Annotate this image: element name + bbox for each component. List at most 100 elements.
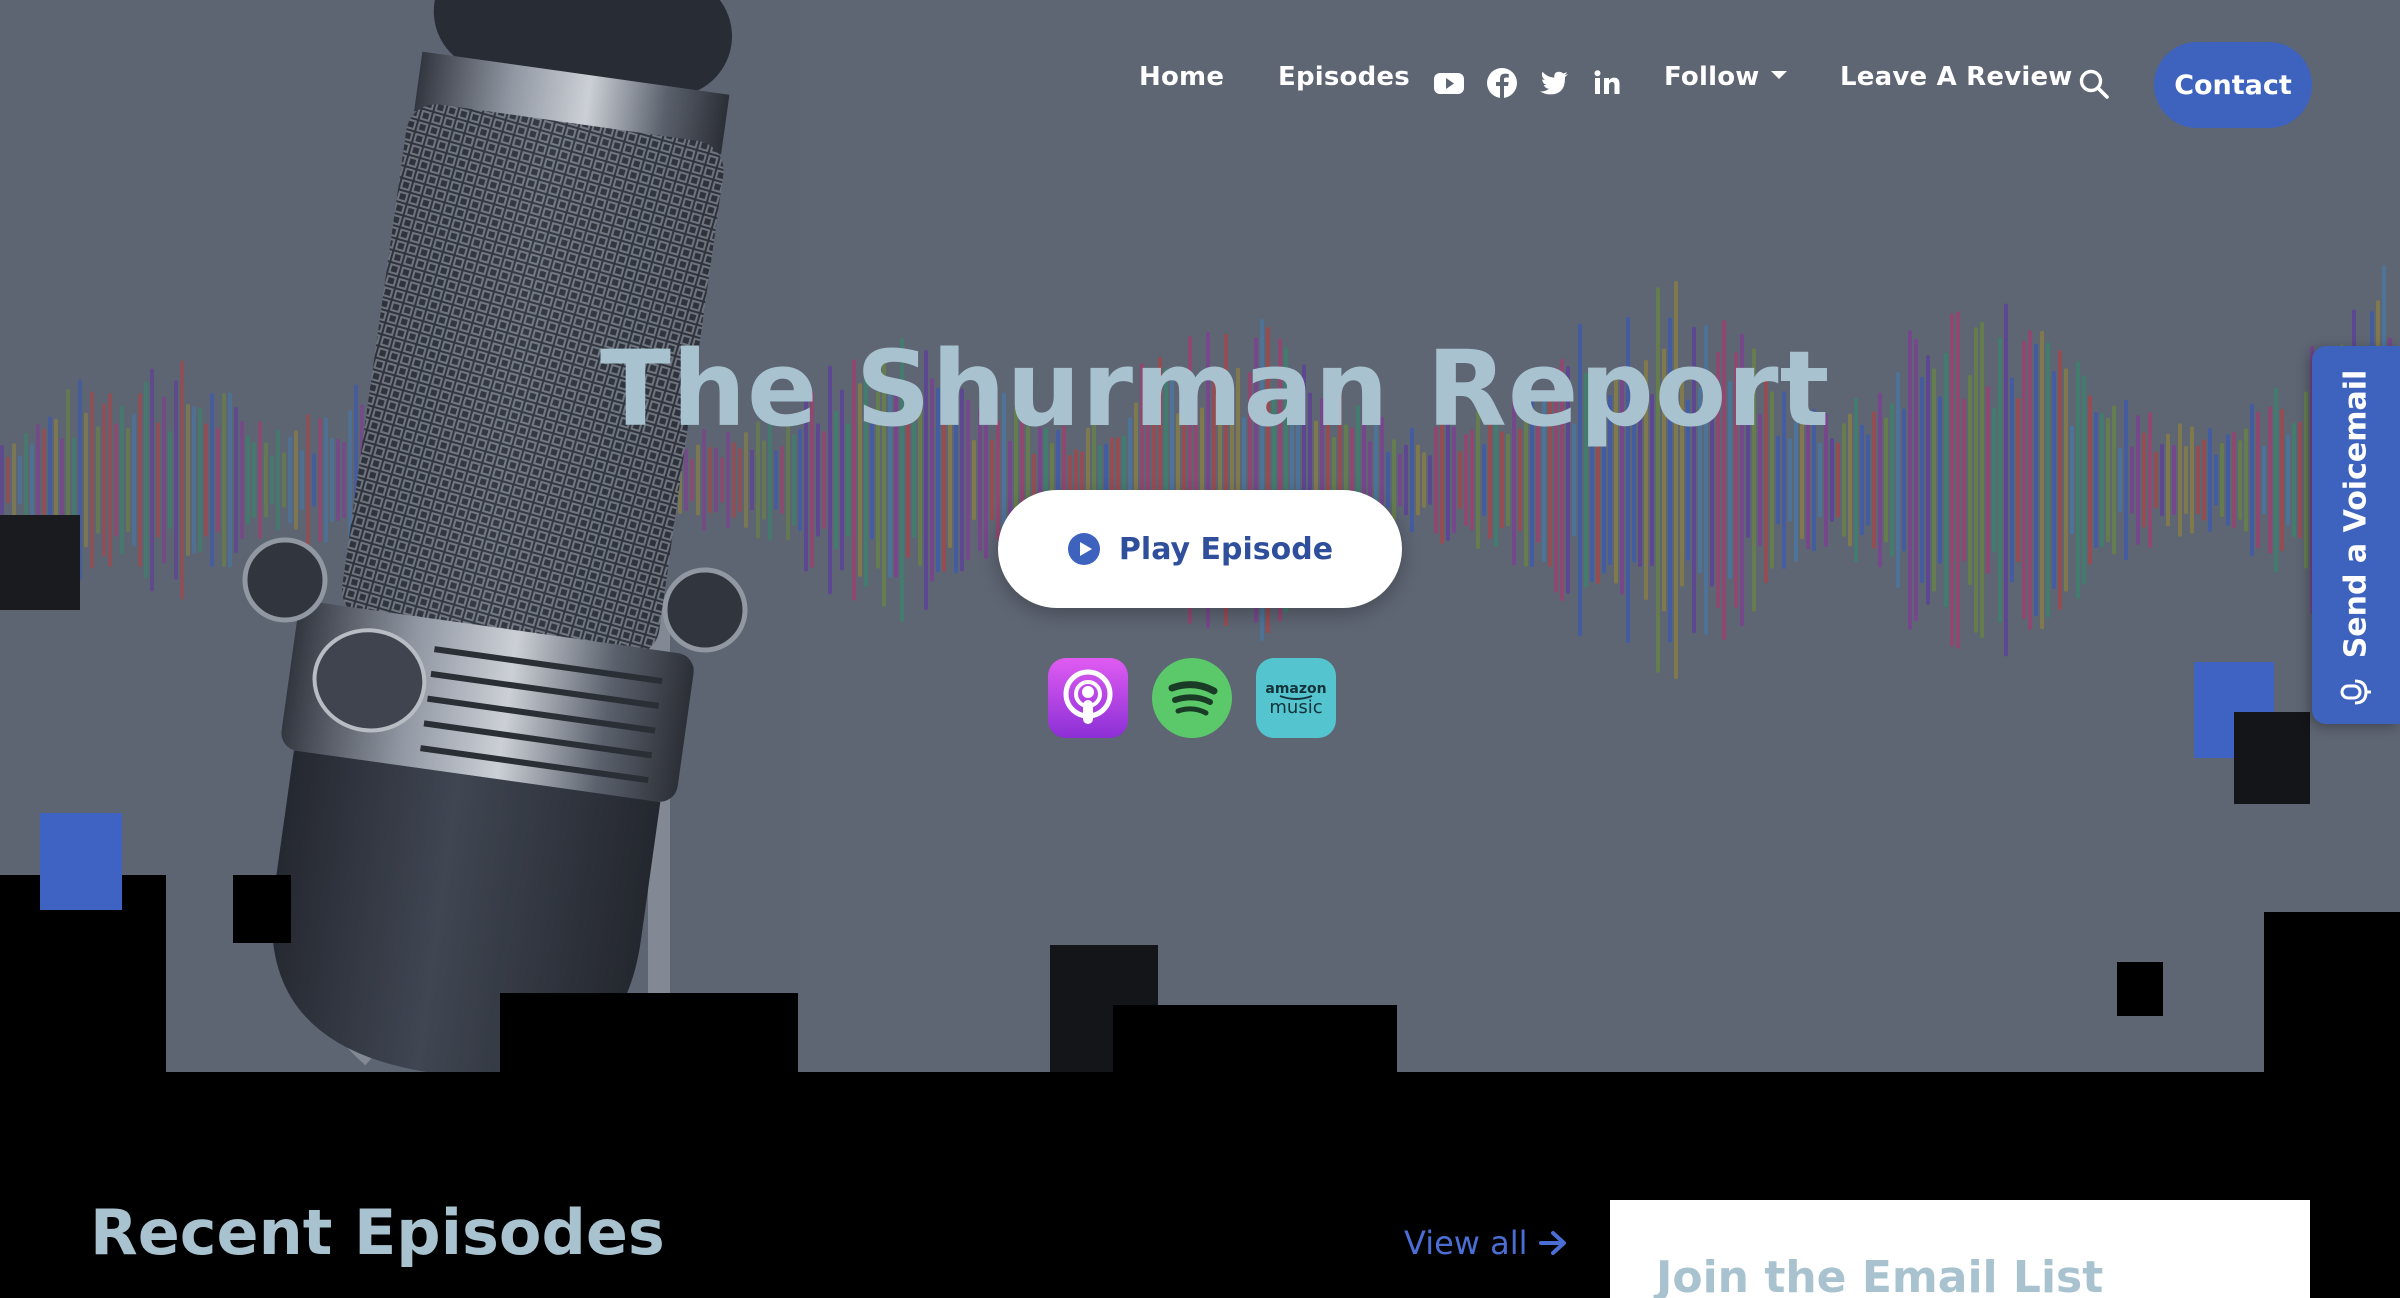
wave-bar	[2214, 454, 2218, 506]
wave-bar	[1974, 327, 1978, 633]
wave-bar	[1416, 444, 1420, 516]
play-episode-label: Play Episode	[1118, 531, 1334, 567]
spotify-icon[interactable]	[1152, 658, 1232, 738]
wave-bar	[1392, 439, 1396, 521]
wave-bar	[1878, 392, 1882, 568]
amazon-music-logo-text: music	[1269, 697, 1322, 718]
nav-leave-a-review[interactable]: Leave A Review	[1840, 62, 2073, 92]
wave-bar	[2220, 442, 2224, 518]
wave-bar	[2064, 368, 2068, 592]
wave-bar	[2274, 387, 2278, 573]
wave-bar	[2010, 377, 2014, 583]
wave-bar	[2250, 403, 2254, 557]
wave-bar	[2082, 375, 2086, 585]
facebook-icon[interactable]	[1485, 66, 1519, 100]
search-icon[interactable]	[2078, 68, 2110, 100]
email-signup-card: Join the Email List	[1610, 1200, 2310, 1298]
wave-bar	[2028, 329, 2032, 631]
wave-bar	[1968, 374, 1972, 586]
apple-podcasts-icon[interactable]	[1048, 658, 1128, 738]
wave-bar	[2178, 423, 2182, 537]
wave-bar	[2208, 427, 2212, 533]
wave-bar	[990, 439, 994, 521]
wave-bar	[2286, 434, 2290, 526]
wave-bar	[2040, 330, 2044, 630]
wave-bar	[2304, 391, 2308, 569]
caret-down-icon	[1771, 70, 1788, 79]
amazon-music-icon[interactable]: amazon music	[1256, 658, 1336, 738]
wave-bar	[2136, 415, 2140, 545]
wave-bar	[2268, 406, 2272, 554]
wave-bar	[2004, 303, 2008, 657]
wave-bar	[1428, 455, 1432, 505]
wave-bar	[1818, 442, 1822, 518]
nav-follow-label: Follow	[1664, 62, 1760, 92]
wave-bar	[972, 439, 976, 521]
wave-bar	[1008, 440, 1012, 520]
wave-bar	[2034, 343, 2038, 617]
wave-bar	[1992, 407, 1996, 553]
wave-bar	[1482, 443, 1486, 517]
wave-bar	[2088, 395, 2092, 565]
linkedin-icon[interactable]	[1590, 66, 1624, 100]
wave-bar	[1866, 434, 1870, 526]
wave-bar	[1458, 450, 1462, 510]
wave-bar	[2130, 446, 2134, 514]
wave-bar	[1944, 352, 1948, 608]
wave-bar	[1854, 397, 1858, 563]
wave-bar	[1872, 411, 1876, 549]
decor-block	[2264, 912, 2400, 1072]
nav-home[interactable]: Home	[1139, 62, 1224, 92]
contact-button[interactable]: Contact	[2154, 42, 2312, 128]
decor-block	[0, 515, 80, 610]
wave-bar	[2280, 408, 2284, 552]
wave-bar	[2292, 422, 2296, 538]
play-circle-icon	[1067, 533, 1100, 565]
wave-bar	[1932, 368, 1936, 592]
wave-bar	[2112, 405, 2116, 555]
wave-bar	[2298, 421, 2302, 539]
wave-bar	[2154, 451, 2158, 509]
wave-bar	[1830, 438, 1834, 522]
wave-bar	[1908, 330, 1912, 630]
wave-bar	[1902, 408, 1906, 552]
nav-follow-dropdown[interactable]: Follow	[1664, 62, 1788, 92]
wave-bar	[1788, 438, 1792, 522]
wave-bar	[2100, 412, 2104, 548]
play-episode-button[interactable]: Play Episode	[998, 490, 1402, 608]
wave-bar	[1404, 444, 1408, 516]
decor-block	[1113, 1005, 1397, 1072]
wave-bar	[2094, 412, 2098, 548]
wave-bar	[2118, 448, 2122, 512]
wave-bar	[2160, 443, 2164, 517]
wave-bar	[2046, 342, 2050, 618]
wave-bar	[2070, 425, 2074, 535]
nav-episodes[interactable]: Episodes	[1278, 62, 1410, 92]
wave-bar	[2166, 433, 2170, 527]
decor-block	[2234, 712, 2310, 804]
wave-bar	[1422, 452, 1426, 508]
wave-bar	[1998, 337, 2002, 623]
wave-bar	[2184, 445, 2188, 515]
wave-bar	[2016, 397, 2020, 563]
wave-bar	[2148, 412, 2152, 548]
wave-bar	[1986, 386, 1990, 574]
wave-bar	[2196, 445, 2200, 515]
decor-block-blue	[40, 813, 122, 910]
wave-bar	[2232, 431, 2236, 529]
send-voicemail-tab[interactable]: Send a Voicemail	[2312, 346, 2400, 724]
wave-bar	[2022, 340, 2026, 620]
youtube-icon[interactable]	[1432, 66, 1466, 100]
view-all-label: View all	[1404, 1224, 1528, 1262]
twitter-icon[interactable]	[1537, 66, 1571, 100]
wave-bar	[1980, 321, 1984, 639]
view-all-link[interactable]: View all	[1404, 1224, 1568, 1262]
wave-bar	[2190, 426, 2194, 534]
wave-bar	[2244, 428, 2248, 532]
decor-block	[2117, 962, 2163, 1016]
recent-episodes-heading: Recent Episodes	[90, 1196, 665, 1269]
wave-bar	[1398, 453, 1402, 507]
wave-bar	[1836, 442, 1840, 518]
wave-bar	[2076, 361, 2080, 599]
wave-bar	[1896, 371, 1900, 589]
